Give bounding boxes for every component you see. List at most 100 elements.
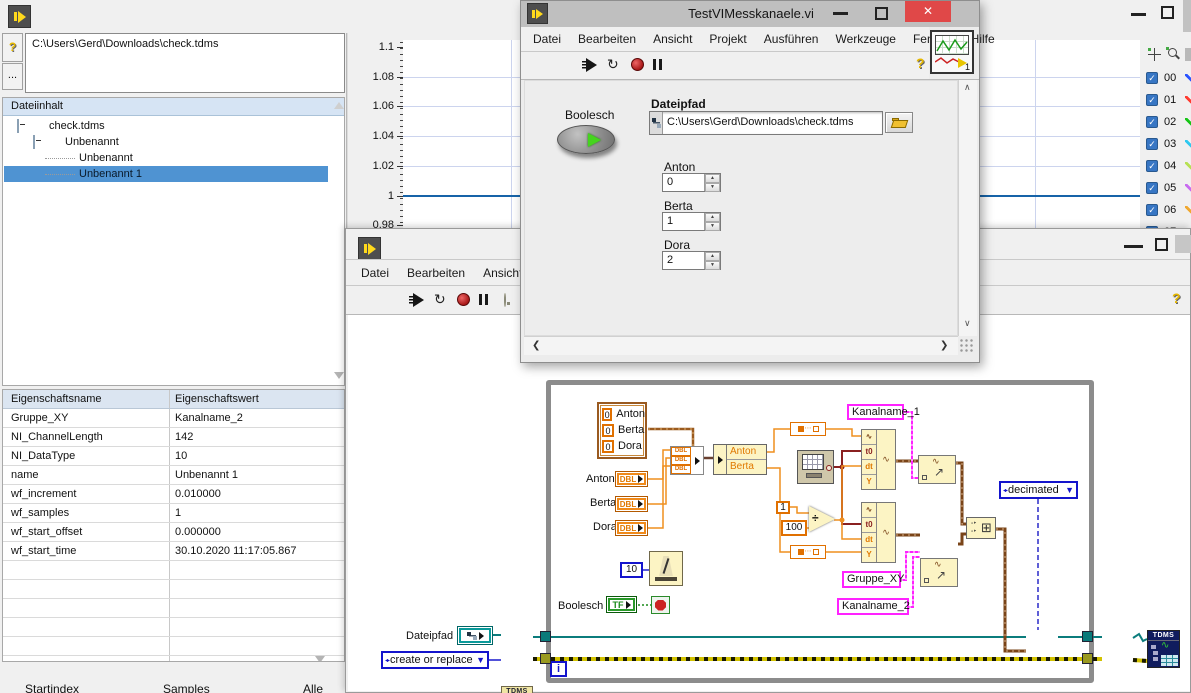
dora-numeric-control[interactable]: 2 ▲▼ — [662, 251, 721, 270]
anton-numeric-control[interactable]: 0 ▲▼ — [662, 173, 721, 192]
abort-icon[interactable] — [631, 58, 644, 71]
table-row-empty[interactable] — [3, 580, 344, 599]
boolesch-button[interactable] — [557, 125, 615, 154]
table-row-empty[interactable] — [3, 599, 344, 618]
dora-label: Dora — [664, 238, 690, 252]
channel-row: ✓ 04 — [1146, 158, 1191, 174]
zoom-tool-icon[interactable] — [1166, 47, 1180, 61]
scroll-down-icon[interactable]: ∨ — [964, 318, 971, 329]
collapse-icon[interactable] — [17, 119, 19, 133]
run-icon[interactable] — [409, 293, 424, 307]
vi-icon[interactable]: 1 — [930, 30, 974, 74]
tree-item-group[interactable]: Unbenannt — [3, 134, 344, 150]
table-row-empty[interactable] — [3, 618, 344, 637]
tree-scroll-down-icon[interactable] — [334, 372, 344, 379]
abort-icon[interactable] — [457, 293, 470, 306]
dateipfad-path-control[interactable]: C:\Users\Gerd\Downloads\check.tdms — [649, 111, 883, 135]
maximize-button[interactable] — [1161, 6, 1174, 19]
prop-value: Kanalname_2 — [169, 409, 344, 427]
table-row[interactable]: wf_increment0.010000 — [3, 485, 344, 504]
pause-icon[interactable] — [653, 59, 662, 70]
dateipfad-label: Dateipfad — [651, 97, 706, 111]
menu-ansicht[interactable]: Ansicht — [483, 266, 522, 280]
channel-checkbox[interactable]: ✓ — [1146, 138, 1158, 150]
help-icon[interactable]: ? — [916, 55, 925, 71]
title-bar[interactable]: TestVIMesskanaele.vi ✕ — [521, 1, 979, 27]
browse-folder-button[interactable] — [885, 112, 913, 133]
browse-button[interactable]: ... — [2, 63, 23, 90]
table-row[interactable]: Gruppe_XYKanalname_2 — [3, 409, 344, 428]
vertical-scrollbar[interactable]: ∧ ∨ — [958, 80, 977, 336]
minimize-button[interactable] — [833, 12, 848, 15]
table-row[interactable]: wf_start_time30.10.2020 11:17:05.867 — [3, 542, 344, 561]
table-row[interactable]: nameUnbenannt 1 — [3, 466, 344, 485]
highlight-execution-icon[interactable] — [504, 293, 506, 307]
menu-bearbeiten[interactable]: Bearbeiten — [407, 266, 465, 280]
column-header-name[interactable]: Eigenschaftsname — [3, 390, 169, 408]
run-icon[interactable] — [582, 58, 597, 72]
resize-grip[interactable] — [959, 338, 975, 353]
anton-spinner[interactable]: ▲▼ — [704, 174, 720, 191]
channel-label: 02 — [1164, 116, 1176, 128]
channel-row: ✓ 01 — [1146, 92, 1191, 108]
tree-item-channel[interactable]: Unbenannt — [3, 150, 344, 166]
help-icon[interactable]: ? — [1172, 290, 1181, 306]
collapse-icon[interactable] — [33, 135, 35, 149]
path-glyph-icon — [652, 118, 661, 128]
tree-scroll-up-icon[interactable] — [334, 102, 344, 109]
channel-checkbox[interactable]: ✓ — [1146, 116, 1158, 128]
channel-checkbox[interactable]: ✓ — [1146, 160, 1158, 172]
table-row[interactable]: NI_DataType10 — [3, 447, 344, 466]
table-row-empty[interactable] — [3, 637, 344, 656]
menu-datei[interactable]: Datei — [361, 266, 389, 280]
menu-projekt[interactable]: Projekt — [709, 32, 746, 46]
menu-hilfe[interactable]: Hilfe — [971, 32, 995, 46]
berta-spinner[interactable]: ▲▼ — [704, 213, 720, 230]
maximize-button[interactable] — [1155, 238, 1168, 251]
minimize-button[interactable] — [1131, 13, 1146, 16]
prop-value: Unbenannt 1 — [169, 466, 344, 484]
berta-numeric-control[interactable]: 1 ▲▼ — [662, 212, 721, 231]
menu-ansicht[interactable]: Ansicht — [653, 32, 692, 46]
menu-werkzeuge[interactable]: Werkzeuge — [835, 32, 895, 46]
pause-icon[interactable] — [479, 294, 488, 305]
close-button[interactable]: ✕ — [905, 1, 951, 22]
minimize-button[interactable] — [1124, 245, 1143, 248]
run-continuous-icon[interactable]: ↻ — [434, 292, 446, 306]
column-header-value[interactable]: Eigenschaftswert — [169, 390, 344, 408]
channel-checkbox[interactable]: ✓ — [1146, 94, 1158, 106]
tree-item-file[interactable]: check.tdms — [3, 118, 344, 134]
table-row-empty[interactable] — [3, 656, 344, 662]
horizontal-scrollbar[interactable]: ❮ ❯ — [524, 336, 958, 355]
pan-tool-icon[interactable] — [1185, 48, 1191, 61]
help-button[interactable]: ? — [2, 33, 23, 62]
channel-checkbox[interactable]: ✓ — [1146, 72, 1158, 84]
scroll-up-icon[interactable]: ∧ — [964, 82, 971, 93]
prop-name: wf_start_time — [3, 542, 169, 560]
tree-item-channel-selected[interactable]: Unbenannt 1 — [4, 166, 328, 182]
channel-checkbox[interactable]: ✓ — [1146, 182, 1158, 194]
toolbar: ↻ ? — [521, 52, 929, 79]
table-row[interactable]: wf_start_offset0.000000 — [3, 523, 344, 542]
menu-bearbeiten[interactable]: Bearbeiten — [578, 32, 636, 46]
table-row[interactable]: wf_samples1 — [3, 504, 344, 523]
dora-spinner[interactable]: ▲▼ — [704, 252, 720, 269]
anton-label: Anton — [664, 160, 695, 174]
file-path-box[interactable]: C:\Users\Gerd\Downloads\check.tdms — [25, 33, 345, 93]
front-panel-canvas[interactable]: Boolesch Dateipfad C:\Users\Gerd\Downloa… — [524, 80, 958, 336]
prop-name: name — [3, 466, 169, 484]
channel-checkbox[interactable]: ✓ — [1146, 204, 1158, 216]
menu-ausfuehren[interactable]: Ausführen — [764, 32, 819, 46]
scroll-left-icon[interactable]: ❮ — [532, 340, 540, 351]
while-loop[interactable] — [546, 380, 1094, 683]
run-continuous-icon[interactable]: ↻ — [607, 57, 619, 71]
scroll-right-icon[interactable]: ❯ — [940, 340, 948, 351]
table-row[interactable]: NI_ChannelLength142 — [3, 428, 344, 447]
channel-label: 03 — [1164, 138, 1176, 150]
table-row-empty[interactable] — [3, 561, 344, 580]
cursor-tool-icon[interactable] — [1148, 48, 1161, 61]
footer-startindex-label: Startindex — [25, 682, 79, 693]
maximize-button[interactable] — [875, 7, 888, 20]
prop-value: 0.000000 — [169, 523, 344, 541]
menu-datei[interactable]: Datei — [533, 32, 561, 46]
